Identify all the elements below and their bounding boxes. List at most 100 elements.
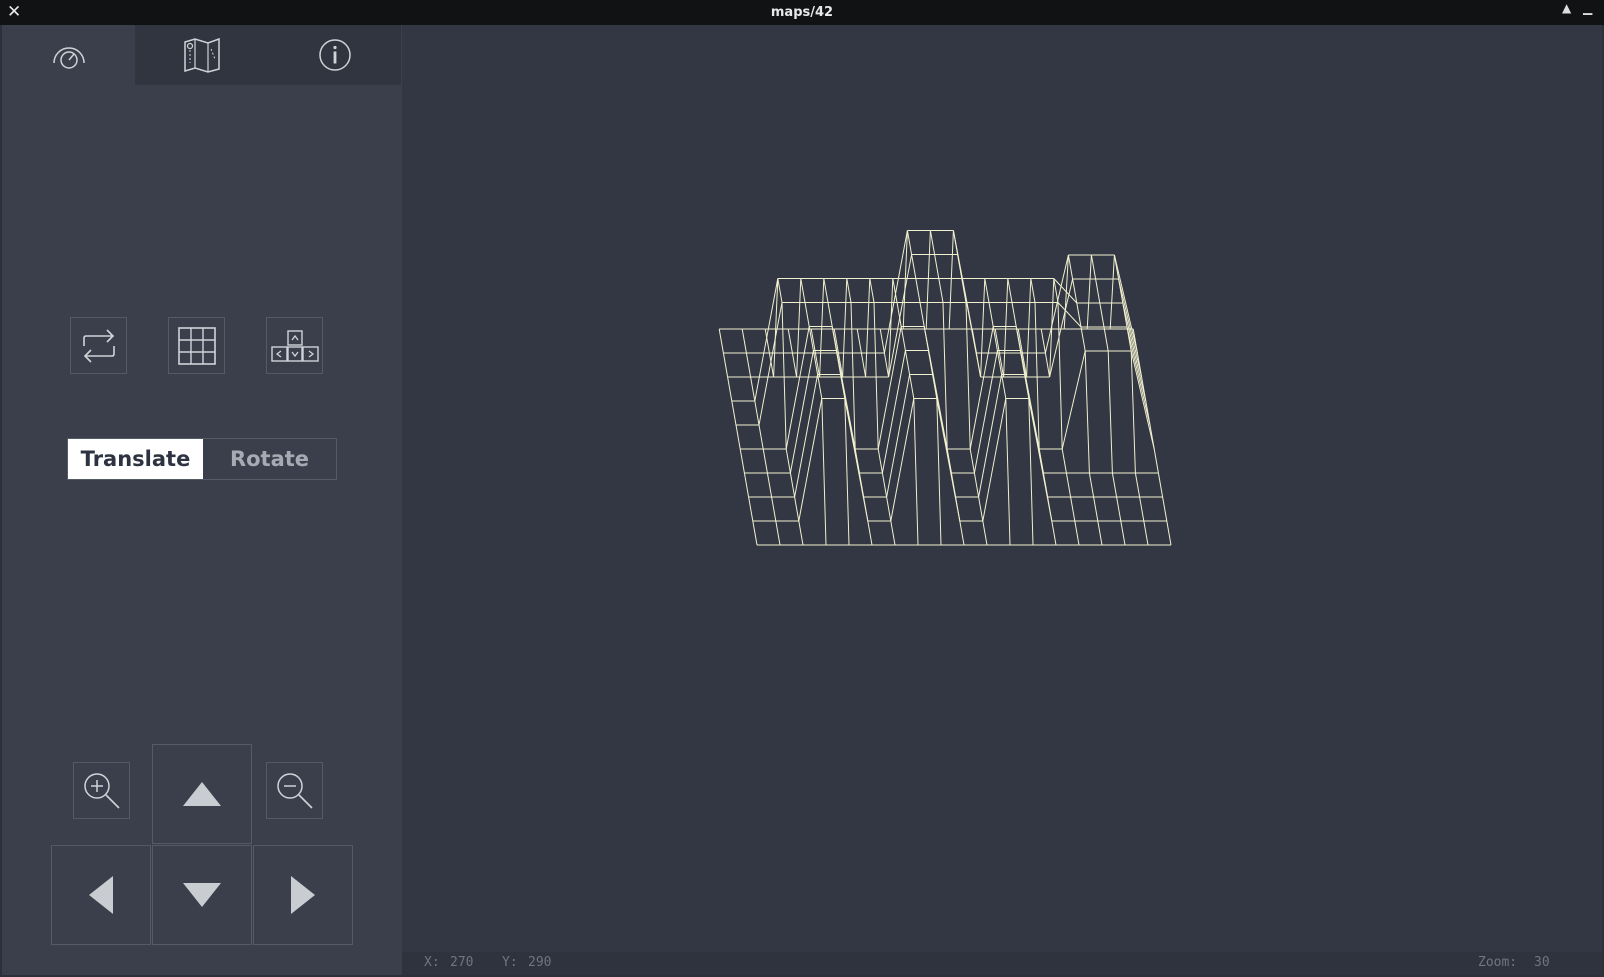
zoom-label: Zoom: (1478, 955, 1518, 970)
wireframe-edge (863, 496, 869, 522)
info-icon (318, 39, 351, 71)
translate-mode-button[interactable]: Translate (68, 439, 203, 479)
map-viewport[interactable] (402, 25, 1602, 952)
wireframe-edge (925, 230, 931, 330)
arrow-up-icon (183, 782, 221, 806)
wireframe-edge (879, 328, 885, 354)
wireframe-edge (881, 350, 906, 474)
wireframe-edge (929, 230, 936, 255)
wireframe-edge (913, 398, 919, 546)
wireframe-edge (888, 254, 913, 378)
swap-arrows-icon (82, 328, 115, 363)
wireframe-edge (1130, 350, 1155, 450)
app-window: Translate Rotate X: 270 Y: 290 Zoom: 30 (2, 25, 1602, 975)
wireframe-edge (1153, 448, 1159, 474)
wireframe-edge (1162, 496, 1168, 522)
wireframe-edge (1070, 496, 1076, 522)
wireframe-edge (766, 472, 773, 498)
rotate-mode-button[interactable]: Rotate (203, 439, 336, 479)
wireframe-edge (1067, 254, 1074, 280)
wireframe-edge (982, 520, 988, 546)
wireframe-edge (860, 352, 867, 378)
wireframe-edge (1061, 350, 1086, 450)
wireframe-edge (948, 230, 954, 330)
wireframe-edge (796, 278, 802, 378)
y-value: 290 (528, 955, 552, 970)
zoom-in-button[interactable] (73, 762, 130, 819)
x-label: X: (424, 955, 440, 970)
zoom-out-button[interactable] (266, 762, 323, 819)
wireframe-edge (973, 472, 980, 498)
maximize-icon[interactable]: ▲ (1562, 1, 1571, 15)
wireframe-edge (1097, 520, 1103, 546)
wireframe-edge (873, 302, 879, 450)
minimize-icon[interactable]: ▁ (1583, 1, 1592, 15)
wireframe-edge (1047, 496, 1053, 522)
wireframe-edge (1090, 254, 1097, 280)
wireframe-edge (1026, 278, 1032, 378)
wireframe-edge (906, 230, 913, 255)
toggle-grid-button[interactable] (168, 317, 225, 374)
wireframe-edge (1118, 278, 1143, 378)
wireframe-edge (1120, 520, 1126, 546)
wireframe-edge (971, 328, 977, 354)
wireframe-edge (1099, 302, 1105, 328)
wireframe-edge (881, 472, 888, 498)
wireframe-edge (718, 328, 724, 354)
wireframe-edge (754, 400, 760, 426)
move-left-button[interactable] (51, 845, 151, 945)
wireframe-edge (988, 302, 994, 327)
wireframe-edge (890, 398, 915, 522)
move-right-button[interactable] (253, 845, 353, 945)
wireframe-edge (959, 520, 965, 546)
wireframe-edge (798, 398, 823, 522)
wireframe-edge (1044, 352, 1051, 378)
wireframe-edge (823, 278, 829, 303)
tab-info[interactable] (268, 25, 401, 85)
wireframe-edge (890, 520, 896, 546)
wireframe-edge (978, 374, 1003, 498)
wireframe-edge (969, 448, 975, 474)
wireframe-edge (1107, 350, 1113, 474)
zoom-value: 30 (1534, 955, 1550, 970)
wireframe-edge (794, 374, 819, 498)
wireframe-edge (1005, 398, 1011, 546)
status-bar: X: 270 Y: 290 Zoom: 30 (402, 952, 1602, 975)
wireframe-edge (1149, 424, 1155, 450)
keyboard-controls-button[interactable] (266, 317, 323, 374)
wireframe-map[interactable] (402, 25, 1602, 952)
wireframe-edge (750, 376, 756, 402)
wireframe-edge (942, 302, 948, 450)
wireframe-edge (1122, 302, 1147, 402)
wireframe-edge (1166, 520, 1172, 546)
wireframe-edge (758, 302, 783, 426)
reset-view-button[interactable] (70, 317, 127, 374)
wireframe-edge (1011, 302, 1017, 327)
wireframe-edge (1080, 326, 1086, 352)
tab-map[interactable] (135, 25, 268, 85)
wireframe-edge (869, 278, 875, 303)
wireframe-edge (900, 326, 906, 351)
wireframe-edge (1109, 254, 1115, 330)
wireframe-edge (741, 328, 747, 354)
move-down-button[interactable] (152, 845, 252, 945)
move-up-button[interactable] (152, 744, 252, 844)
wireframe-edge (980, 278, 986, 378)
wireframe-edge (735, 424, 741, 450)
wireframe-edge (1111, 472, 1118, 498)
wireframe-edge (1001, 374, 1007, 399)
gauge-icon (52, 47, 85, 69)
wireframe-edge (936, 398, 942, 546)
wireframe-edge (1003, 278, 1009, 378)
wireframe-edge (787, 328, 793, 354)
wireframe-edge (819, 278, 825, 378)
wireframe-edge (904, 350, 911, 375)
wireframe-edge (1143, 520, 1149, 546)
wireframe-edge (938, 278, 944, 303)
wireframe-edge (777, 278, 783, 303)
tab-controls[interactable] (2, 25, 135, 85)
arrow-down-icon (183, 883, 221, 907)
wireframe-edge (827, 302, 833, 327)
wireframe-edge (850, 302, 856, 450)
wireframe-edge (1139, 496, 1145, 522)
